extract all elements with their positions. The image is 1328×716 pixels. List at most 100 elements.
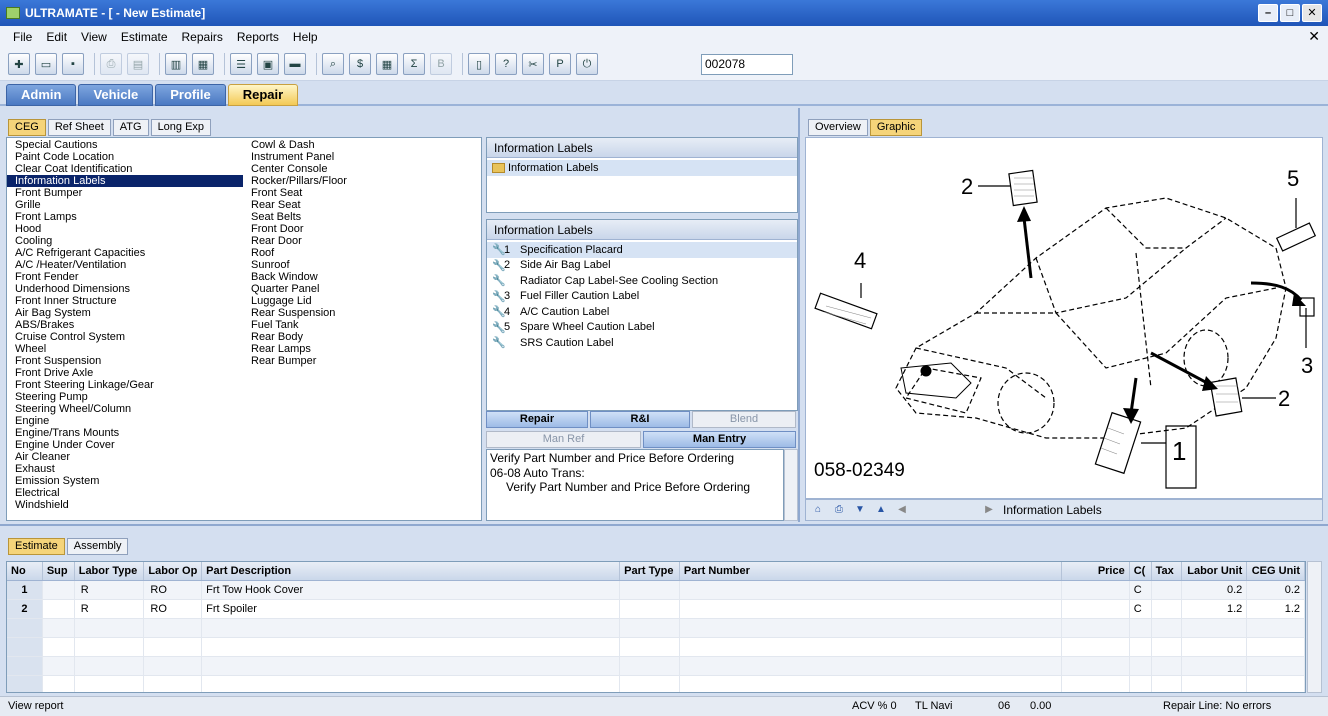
ceg-item[interactable]: Engine Under Cover <box>7 439 243 451</box>
save-icon[interactable]: ▪ <box>62 53 84 75</box>
folder-row[interactable]: Information Labels <box>487 160 797 176</box>
operation-row[interactable]: 🔧 4 A/C Caution Label <box>487 304 797 320</box>
column-header[interactable]: Price <box>1062 562 1130 580</box>
minimize-button[interactable]: – <box>1258 4 1278 22</box>
menu-repairs[interactable]: Repairs <box>175 30 230 44</box>
ceg-item[interactable]: Special Cautions <box>7 139 243 151</box>
ceg-item[interactable]: Cooling <box>7 235 243 247</box>
ceg-item[interactable]: Rear Lamps <box>243 343 479 355</box>
ceg-item[interactable]: Luggage Lid <box>243 295 479 307</box>
tab-long-exp[interactable]: Long Exp <box>150 119 212 136</box>
ceg-item[interactable]: Front Inner Structure <box>7 295 243 307</box>
estimate-number-field[interactable]: 002078 <box>701 54 793 75</box>
tools-icon[interactable]: ✂ <box>522 53 544 75</box>
tab-atg[interactable]: ATG <box>112 119 149 136</box>
menu-estimate[interactable]: Estimate <box>114 30 175 44</box>
column-header[interactable]: No <box>7 562 43 580</box>
tab-overview[interactable]: Overview <box>808 119 868 136</box>
column-header[interactable]: C( <box>1130 562 1152 580</box>
open-folder-icon[interactable]: ▭ <box>35 53 57 75</box>
tab-estimate[interactable]: Estimate <box>8 538 65 555</box>
ceg-item[interactable]: Front Fender <box>7 271 243 283</box>
ceg-item[interactable]: Center Console <box>243 163 479 175</box>
ceg-item[interactable]: Hood <box>7 223 243 235</box>
operation-row[interactable]: 🔧 3 Fuel Filler Caution Label <box>487 289 797 305</box>
column-header[interactable]: CEG Unit <box>1247 562 1305 580</box>
ceg-item[interactable]: Rear Door <box>243 235 479 247</box>
ceg-item[interactable]: Underhood Dimensions <box>7 283 243 295</box>
ceg-item[interactable]: Information Labels <box>7 175 243 187</box>
layout-2-icon[interactable]: ▣ <box>257 53 279 75</box>
maximize-button[interactable]: □ <box>1280 4 1300 22</box>
tab-vehicle[interactable]: Vehicle <box>78 84 154 106</box>
ri-button[interactable]: R&I <box>590 411 690 428</box>
notes-scrollbar[interactable] <box>784 449 798 521</box>
ceg-item[interactable]: Windshield <box>7 499 243 511</box>
ceg-item[interactable]: Seat Belts <box>243 211 479 223</box>
repair-button[interactable]: Repair <box>486 411 588 428</box>
price-icon[interactable]: $ <box>349 53 371 75</box>
ceg-item[interactable]: Wheel <box>7 343 243 355</box>
ceg-item[interactable]: Rear Bumper <box>243 355 479 367</box>
blend-button[interactable]: Blend <box>692 411 796 428</box>
table-row[interactable]: 2 R RO Frt Spoiler C 1.2 1.2 <box>7 600 1305 619</box>
tab-profile[interactable]: Profile <box>155 84 226 106</box>
ceg-item[interactable]: Paint Code Location <box>7 151 243 163</box>
operation-row[interactable]: 🔧 Radiator Cap Label-See Cooling Section <box>487 273 797 289</box>
ceg-item[interactable]: Steering Wheel/Column <box>7 403 243 415</box>
ceg-item[interactable]: Air Cleaner <box>7 451 243 463</box>
pro-icon[interactable]: P <box>549 53 571 75</box>
menu-edit[interactable]: Edit <box>39 30 74 44</box>
ceg-item[interactable]: Roof <box>243 247 479 259</box>
bmc-icon[interactable]: B <box>430 53 452 75</box>
search-icon[interactable]: ⌕ <box>322 53 344 75</box>
calculator-icon[interactable]: ▦ <box>376 53 398 75</box>
ceg-item[interactable]: Front Steering Linkage/Gear <box>7 379 243 391</box>
arrow-up-icon[interactable]: ▲ <box>874 503 888 517</box>
layout-1-icon[interactable]: ☰ <box>230 53 252 75</box>
help-icon[interactable]: ? <box>495 53 517 75</box>
table-row[interactable]: 1 R RO Frt Tow Hook Cover C 0.2 0.2 <box>7 581 1305 600</box>
ceg-item[interactable]: Sunroof <box>243 259 479 271</box>
man-entry-button[interactable]: Man Entry <box>643 431 796 448</box>
ceg-item[interactable]: Front Suspension <box>7 355 243 367</box>
ceg-item[interactable]: Rocker/Pillars/Floor <box>243 175 479 187</box>
operation-row[interactable]: 🔧 5 Spare Wheel Caution Label <box>487 320 797 336</box>
ceg-item[interactable]: Fuel Tank <box>243 319 479 331</box>
document-icon[interactable]: ▯ <box>468 53 490 75</box>
tab-graphic[interactable]: Graphic <box>869 119 923 136</box>
print-graphic-icon[interactable]: ⎙ <box>832 503 846 517</box>
operation-row[interactable]: 🔧 1 Specification Placard <box>487 242 797 258</box>
tab-admin[interactable]: Admin <box>6 84 77 106</box>
ceg-item[interactable]: Rear Suspension <box>243 307 479 319</box>
close-document-icon[interactable]: ✕ <box>1308 28 1320 45</box>
scroll-left-icon[interactable]: ◀ <box>895 503 909 517</box>
ceg-item[interactable]: Front Seat <box>243 187 479 199</box>
ceg-item[interactable]: ABS/Brakes <box>7 319 243 331</box>
ceg-item[interactable]: Front Door <box>243 223 479 235</box>
tab-repair[interactable]: Repair <box>227 84 299 106</box>
ceg-item[interactable]: A/C /Heater/Ventilation <box>7 259 243 271</box>
close-window-button[interactable]: ✕ <box>1302 4 1322 22</box>
ceg-item[interactable]: Cowl & Dash <box>243 139 479 151</box>
report-icon[interactable]: ▥ <box>165 53 187 75</box>
table-row[interactable] <box>7 657 1305 676</box>
table-row[interactable] <box>7 676 1305 692</box>
ceg-item[interactable]: Grille <box>7 199 243 211</box>
tab-ceg[interactable]: CEG <box>8 119 46 136</box>
column-header[interactable]: Part Type <box>620 562 680 580</box>
table-row[interactable] <box>7 619 1305 638</box>
tab-assembly[interactable]: Assembly <box>66 538 129 555</box>
ceg-item[interactable]: Cruise Control System <box>7 331 243 343</box>
ceg-item[interactable]: Steering Pump <box>7 391 243 403</box>
scroll-right-icon[interactable]: ▶ <box>982 503 996 517</box>
layout-3-icon[interactable]: ▬ <box>284 53 306 75</box>
ceg-item[interactable]: Front Drive Axle <box>7 367 243 379</box>
arrow-down-icon[interactable]: ▼ <box>853 503 867 517</box>
print-preview-icon[interactable]: ▤ <box>127 53 149 75</box>
power-icon[interactable]: ⏻ <box>576 53 598 75</box>
column-header[interactable]: Labor Unit <box>1182 562 1248 580</box>
column-header[interactable]: Labor Type <box>75 562 145 580</box>
new-estimate-icon[interactable]: ✚ <box>8 53 30 75</box>
menu-reports[interactable]: Reports <box>230 30 286 44</box>
